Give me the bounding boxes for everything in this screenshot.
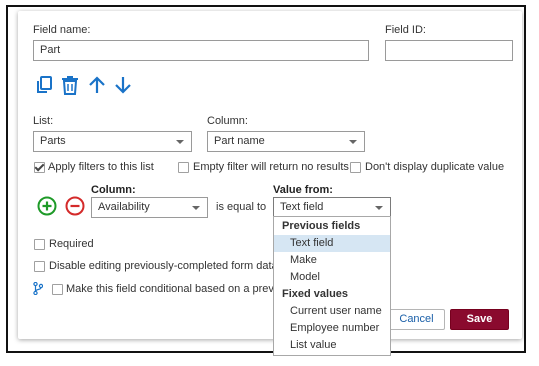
filter-column-value: Availability (98, 201, 150, 213)
save-button[interactable]: Save (450, 309, 509, 330)
arrow-up-icon[interactable] (87, 75, 107, 98)
no-duplicates-checkbox[interactable] (350, 162, 361, 173)
empty-filter-label: Empty filter will return no results (193, 161, 349, 173)
arrow-down-icon[interactable] (113, 75, 133, 98)
column-select-value: Part name (214, 135, 265, 147)
dropdown-group-header: Previous fields (282, 220, 361, 232)
branch-icon (33, 281, 44, 298)
no-duplicates-label: Don't display duplicate value (365, 161, 505, 173)
operator-label: is equal to (216, 201, 267, 213)
value-from-label: Value from: (273, 184, 333, 196)
dropdown-group-header: Fixed values (282, 288, 349, 300)
remove-filter-icon[interactable] (65, 196, 85, 219)
field-settings-dialog: Field name: Part Field ID: List: Parts C… (18, 11, 522, 356)
list-select-value: Parts (40, 135, 66, 147)
window-frame: Field name: Part Field ID: List: Parts C… (6, 5, 526, 356)
field-id-input[interactable] (385, 40, 513, 61)
apply-filters-label: Apply filters to this list (48, 161, 154, 173)
value-from-select[interactable]: Text field (273, 197, 391, 218)
add-filter-icon[interactable] (37, 196, 57, 219)
required-label: Required (49, 238, 94, 250)
disable-editing-label: Disable editing previously-completed for… (49, 260, 278, 272)
dropdown-option-employee-number[interactable]: Employee number (274, 320, 390, 337)
filter-column-select[interactable]: Availability (91, 197, 208, 218)
dropdown-option-list-value[interactable]: List value (274, 337, 390, 354)
disable-editing-checkbox[interactable] (34, 261, 45, 272)
conditional-label: Make this field conditional based on a p… (66, 283, 289, 295)
column-label: Column: (207, 115, 248, 127)
value-from-value: Text field (280, 201, 324, 213)
field-id-label: Field ID: (385, 24, 426, 36)
chevron-down-icon (375, 206, 383, 210)
chevron-down-icon (349, 140, 357, 144)
field-name-input[interactable]: Part (33, 40, 369, 61)
dropdown-option-model[interactable]: Model (274, 269, 390, 286)
dropdown-option-text-field[interactable]: Text field (274, 235, 390, 252)
trash-icon[interactable] (61, 75, 79, 98)
required-checkbox[interactable] (34, 239, 45, 250)
field-name-label: Field name: (33, 24, 91, 36)
dropdown-option-make[interactable]: Make (274, 252, 390, 269)
column-select[interactable]: Part name (207, 131, 365, 152)
chevron-down-icon (192, 206, 200, 210)
list-label: List: (33, 115, 54, 127)
chevron-down-icon (176, 140, 184, 144)
empty-filter-checkbox[interactable] (178, 162, 189, 173)
cancel-button[interactable]: Cancel (388, 309, 445, 330)
apply-filters-checkbox[interactable] (34, 162, 45, 173)
value-from-dropdown: Previous fields Text field Make Model Fi… (273, 216, 391, 356)
filter-column-label: Column: (91, 184, 136, 196)
dropdown-option-current-user-name[interactable]: Current user name (274, 303, 390, 320)
conditional-checkbox[interactable] (52, 284, 63, 295)
copy-icon[interactable] (35, 75, 55, 98)
list-select[interactable]: Parts (33, 131, 192, 152)
